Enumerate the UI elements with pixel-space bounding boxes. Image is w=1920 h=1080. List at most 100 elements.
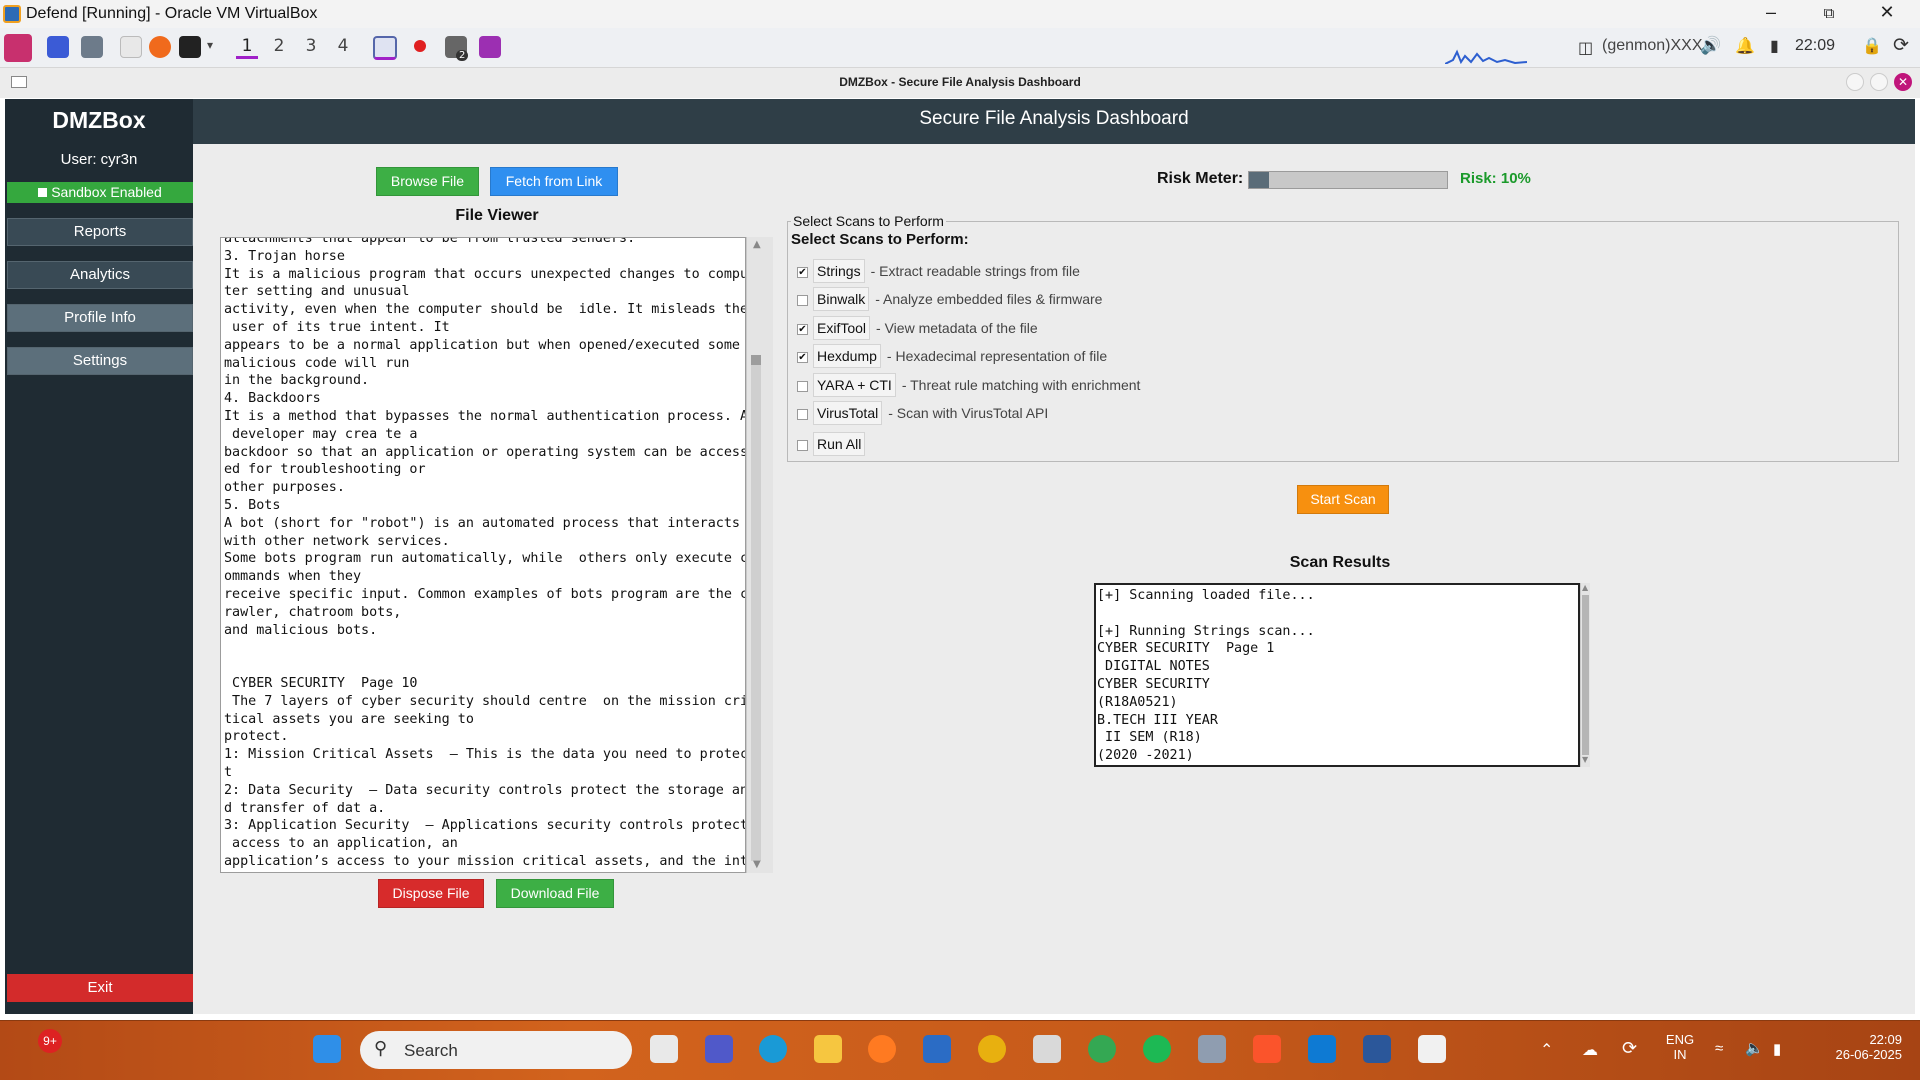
folder-app-icon[interactable] [479, 36, 501, 58]
task-view-icon[interactable] [650, 1035, 678, 1063]
workspace-2[interactable]: 2 [268, 36, 290, 56]
workspace-1[interactable]: 1 [236, 36, 258, 59]
scan-option-name[interactable]: Hexdump [813, 344, 881, 368]
word-icon[interactable] [1363, 1035, 1391, 1063]
teams-icon[interactable] [705, 1035, 733, 1063]
run-all-label[interactable]: Run All [813, 432, 866, 456]
maximize-window-icon[interactable] [1870, 73, 1888, 91]
snipping-tool-icon[interactable] [1418, 1035, 1446, 1063]
nav-reports-button[interactable]: Reports [7, 218, 193, 246]
workspace-3[interactable]: 3 [300, 36, 322, 56]
fetch-from-link-button[interactable]: Fetch from Link [490, 167, 618, 196]
logout-icon[interactable]: ⟳ [1893, 34, 1909, 56]
minimize-window-icon[interactable] [1846, 73, 1864, 91]
nav-analytics-button[interactable]: Analytics [7, 261, 193, 289]
chrome-profile-icon[interactable] [1088, 1035, 1116, 1063]
speaker-icon[interactable]: 🔈 [1745, 1039, 1764, 1057]
scan-option-row[interactable]: ✔ Strings - Extract readable strings from … [797, 259, 1080, 283]
notification-bell-icon[interactable]: 🔔 [1735, 36, 1755, 55]
scan-option-description: - View metadata of the file [876, 320, 1038, 336]
scan-option-name[interactable]: YARA + CTI [813, 373, 896, 397]
kali-menu-icon[interactable] [4, 34, 32, 62]
exit-button[interactable]: Exit [7, 974, 193, 1002]
scan-option-row[interactable]: VirusTotal - Scan with VirusTotal API [797, 401, 1048, 425]
scan-option-name[interactable]: ExifTool [813, 316, 871, 340]
results-scrollbar[interactable]: ▲ ▼ [1580, 583, 1590, 767]
dispose-file-button[interactable]: Dispose File [378, 879, 484, 908]
wifi-icon[interactable]: ≈ [1715, 1040, 1723, 1057]
risk-value-label: Risk: 10% [1460, 170, 1531, 187]
language-indicator[interactable]: ENG IN [1665, 1032, 1695, 1062]
scroll-down-icon[interactable]: ▼ [753, 859, 761, 870]
scan-option-row[interactable]: Binwalk - Analyze embedded files & firmwa… [797, 287, 1102, 311]
nav-profile-info-button[interactable]: Profile Info [7, 304, 193, 332]
search-placeholder: Search [404, 1041, 458, 1060]
chrome-icon[interactable] [978, 1035, 1006, 1063]
tray-chevron-up-icon[interactable]: ⌃ [1540, 1040, 1553, 1060]
results-scroll-down-icon[interactable]: ▼ [1582, 755, 1588, 764]
scan-option-row[interactable]: ✔ ExifTool - View metadata of the file [797, 316, 1038, 340]
edge-icon[interactable] [759, 1035, 787, 1063]
taskbar-clock[interactable]: 22:09 26-06-2025 [1812, 1032, 1903, 1062]
taskbar-search-box[interactable]: ⚲ Search [360, 1031, 632, 1069]
virtualbox-taskbar-icon[interactable] [1033, 1035, 1061, 1063]
scrollbar-thumb[interactable] [751, 355, 761, 365]
browse-file-button[interactable]: Browse File [376, 167, 479, 196]
start-scan-button[interactable]: Start Scan [1297, 485, 1389, 514]
onedrive-icon[interactable]: ☁ [1582, 1040, 1598, 1060]
vscode-icon[interactable] [1308, 1035, 1336, 1063]
scan-option-name[interactable]: Strings [813, 259, 865, 283]
scan-option-checkbox[interactable]: ✔ [797, 266, 808, 278]
battery-tray-icon[interactable]: ▮ [1773, 1040, 1781, 1058]
volume-icon[interactable]: 🔊 [1700, 36, 1721, 56]
window-menu-icon[interactable] [11, 76, 27, 88]
cube-app-icon[interactable] [1198, 1035, 1226, 1063]
guest-clock[interactable]: 22:09 [1795, 37, 1835, 55]
close-window-icon[interactable]: ✕ [1894, 73, 1912, 91]
file-viewer-textarea[interactable]: attachments that appear to be from trust… [220, 237, 746, 873]
results-scrollbar-thumb[interactable] [1582, 595, 1589, 755]
spotify-icon[interactable] [1143, 1035, 1171, 1063]
workspace-4[interactable]: 4 [332, 36, 354, 56]
scan-option-checkbox[interactable] [797, 380, 808, 392]
scan-option-checkbox[interactable] [797, 294, 808, 306]
brave-icon[interactable] [1253, 1035, 1281, 1063]
nav-settings-button[interactable]: Settings [7, 347, 193, 375]
firefox-icon[interactable] [149, 36, 171, 58]
risk-meter-bar [1248, 171, 1448, 189]
file-viewer-content: attachments that appear to be from trust… [224, 237, 746, 869]
show-desktop-icon[interactable] [47, 36, 69, 58]
terminal-icon[interactable] [179, 36, 201, 58]
scan-option-row[interactable]: ✔ Hexdump - Hexadecimal representation of … [797, 344, 1107, 368]
genmon-label: (genmon)XXX [1602, 37, 1703, 54]
text-editor-icon[interactable] [120, 36, 142, 58]
run-all-checkbox[interactable] [797, 439, 808, 451]
scan-option-checkbox[interactable]: ✔ [797, 351, 808, 363]
active-window-icon[interactable] [373, 36, 397, 60]
restore-icon[interactable]: ⧉ [1806, 5, 1852, 22]
close-icon[interactable]: ✕ [1864, 2, 1910, 23]
lock-icon[interactable]: 🔒 [1862, 36, 1882, 55]
file-explorer-icon[interactable] [814, 1035, 842, 1063]
scan-option-checkbox[interactable] [797, 408, 808, 420]
store-icon[interactable] [923, 1035, 951, 1063]
scan-option-name[interactable]: VirusTotal [813, 401, 883, 425]
file-viewer-scrollbar[interactable]: ▲ ▼ [746, 237, 773, 873]
chevron-down-icon[interactable]: ▾ [207, 38, 213, 52]
scan-option-row[interactable]: YARA + CTI - Threat rule matching with en… [797, 373, 1140, 397]
sync-icon[interactable]: ⟳ [1622, 1038, 1637, 1059]
record-icon[interactable] [414, 40, 426, 52]
results-scroll-up-icon[interactable]: ▲ [1582, 583, 1588, 592]
scan-option-name[interactable]: Binwalk [813, 287, 870, 311]
windows-start-icon[interactable] [313, 1035, 341, 1063]
scroll-up-icon[interactable]: ▲ [753, 239, 761, 250]
firefox-taskbar-icon[interactable] [868, 1035, 896, 1063]
notification-badge[interactable]: 9+ [38, 1029, 62, 1053]
run-all-row[interactable]: Run All [797, 432, 866, 456]
download-file-button[interactable]: Download File [496, 879, 614, 908]
file-manager-icon[interactable] [81, 36, 103, 58]
scan-results-textarea[interactable]: [+] Scanning loaded file... [+] Running … [1094, 583, 1580, 767]
minimize-icon[interactable]: – [1748, 2, 1794, 23]
scan-option-checkbox[interactable]: ✔ [797, 323, 808, 335]
battery-icon[interactable]: ▮ [1770, 36, 1779, 55]
